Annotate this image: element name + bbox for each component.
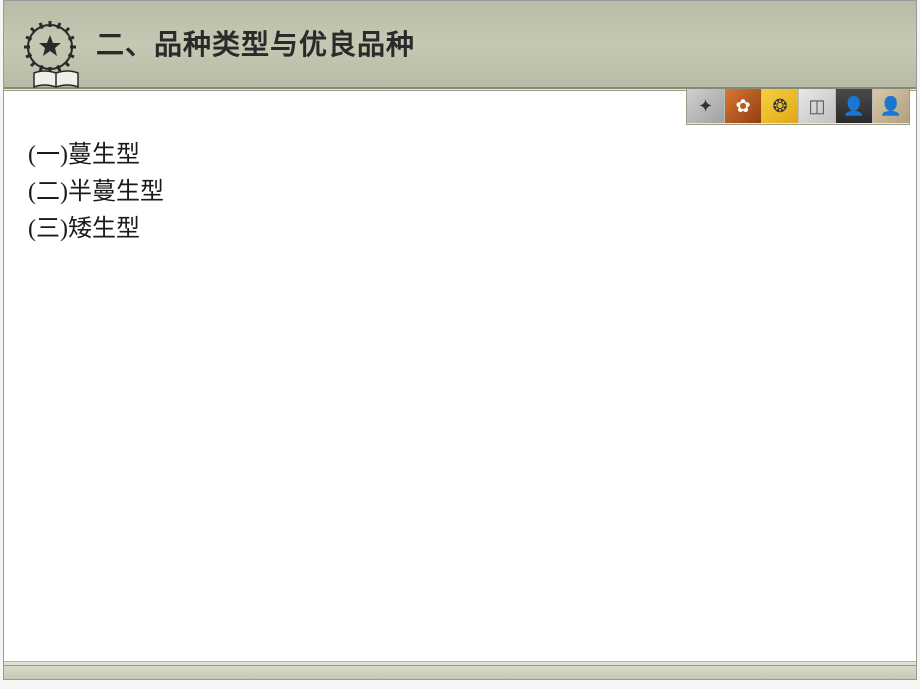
header-icon <box>20 17 90 87</box>
footer-bar <box>4 665 916 679</box>
thumb-sunflower: ❂ <box>761 89 798 123</box>
gear-star-icon <box>20 17 80 77</box>
thumb-compass: ✦ <box>687 89 724 123</box>
page-title: 二、品种类型与优良品种 <box>96 23 415 63</box>
content-line-1: (一)蔓生型 <box>28 137 892 174</box>
book-icon <box>32 69 80 91</box>
thumb-person-sepia: 👤 <box>872 89 909 123</box>
slide-container: 二、品种类型与优良品种 ✦ ✿ ❂ ◫ 👤 👤 (一)蔓生型 (二)半蔓生型 (… <box>3 0 917 680</box>
content-line-3: (三)矮生型 <box>28 211 892 248</box>
thumb-grid: ◫ <box>798 89 835 123</box>
content-line-2: (二)半蔓生型 <box>28 174 892 211</box>
thumbnail-bar: ✦ ✿ ❂ ◫ 👤 👤 <box>686 89 910 125</box>
header-bar: 二、品种类型与优良品种 <box>4 1 916 89</box>
thumb-person-dark: 👤 <box>835 89 872 123</box>
thumb-hands: ✿ <box>724 89 761 123</box>
